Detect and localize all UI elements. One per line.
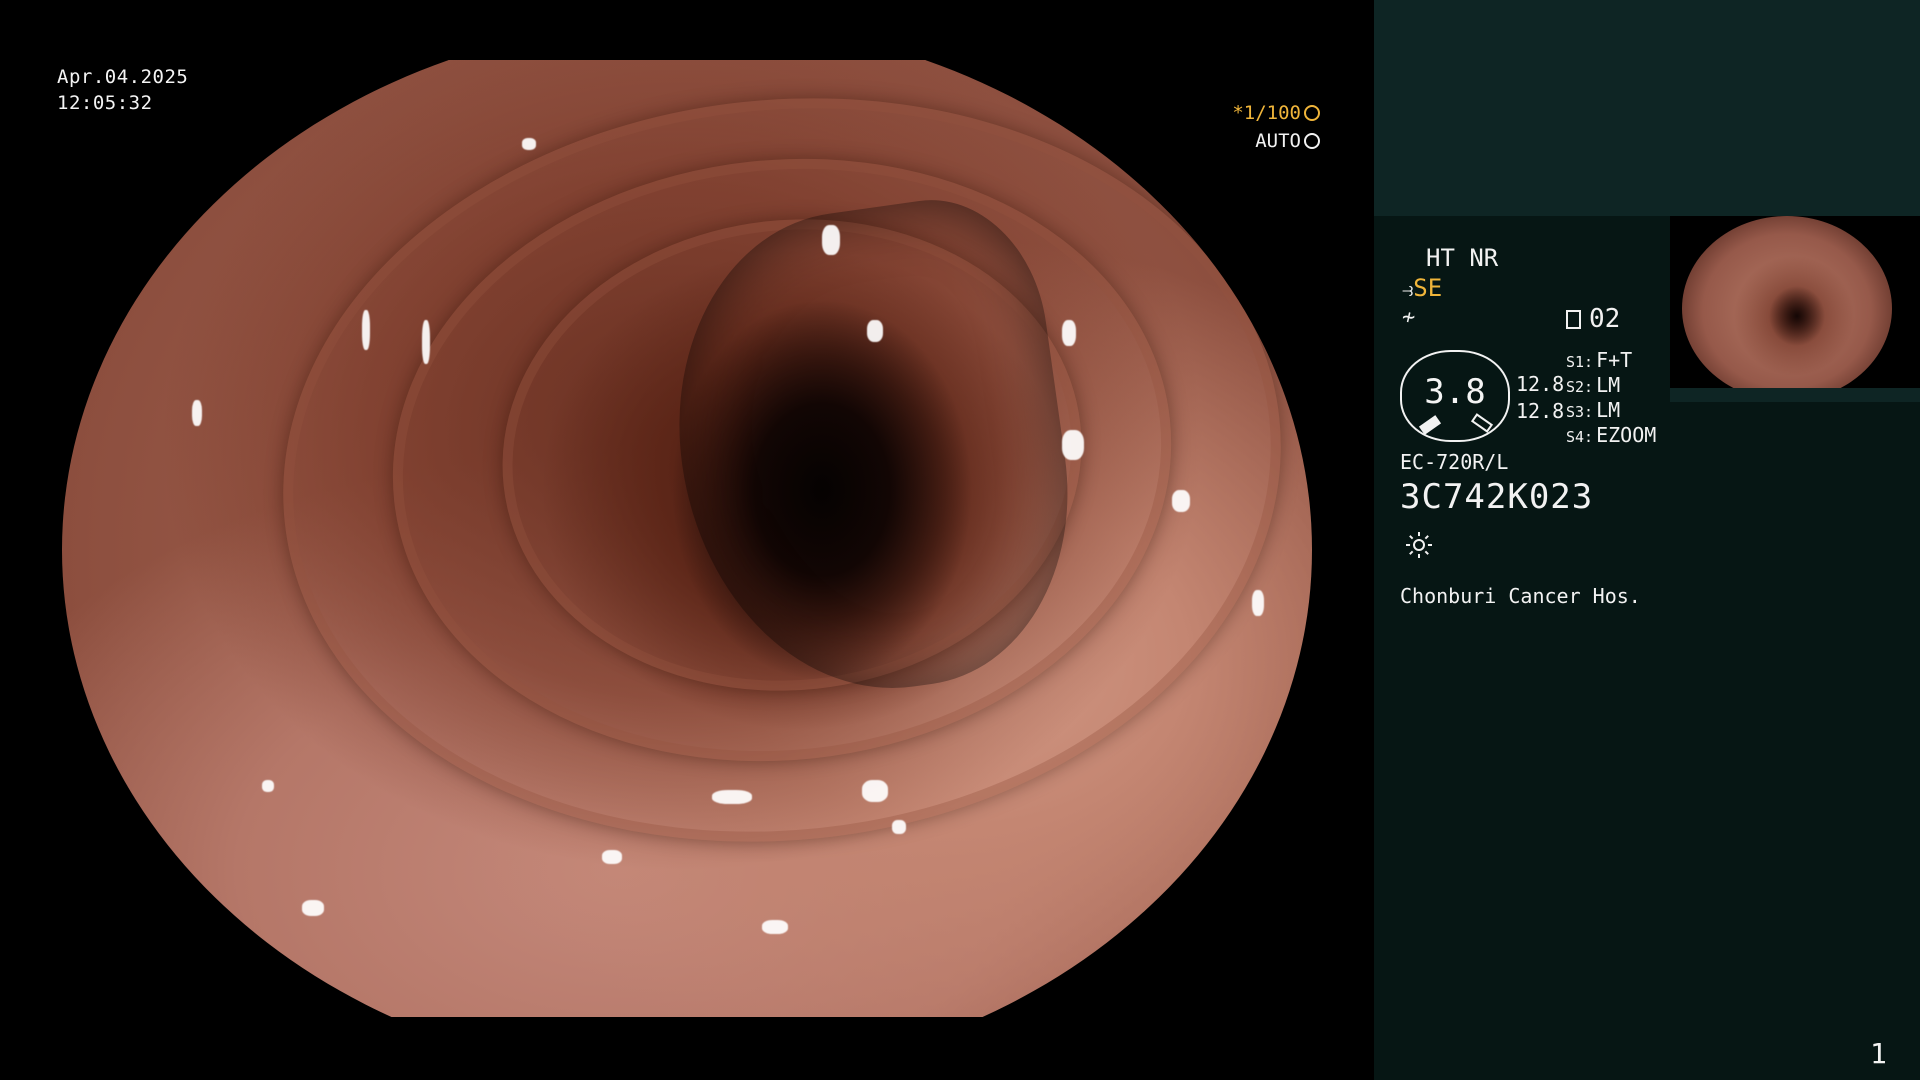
specular-highlight xyxy=(762,920,788,934)
gauge-mark-outline xyxy=(1470,413,1494,433)
specular-highlight xyxy=(262,780,274,792)
specular-highlight xyxy=(1062,320,1076,346)
specular-highlight xyxy=(1252,590,1264,616)
specular-highlight xyxy=(302,900,324,916)
switch-slot-2: S2: LM xyxy=(1566,373,1620,400)
endoscopic-image xyxy=(62,60,1312,1017)
shutter-readout: *1/100 AUTO xyxy=(1232,99,1320,155)
scope-serial: 3C742K023 xyxy=(1400,477,1594,517)
page-number: 1 xyxy=(1870,1037,1887,1070)
shutter-icon xyxy=(1304,105,1320,121)
slot-value: EZOOM xyxy=(1596,423,1657,447)
specular-highlight xyxy=(192,400,202,426)
gauge-mark-filled xyxy=(1418,415,1442,435)
specular-highlight xyxy=(862,780,888,802)
info-panel: HT NR ⥽SE ≁ 02 3.8 12.8 12.8 S1: F+T S2: L… xyxy=(1374,0,1920,1080)
gauge: 3.8 xyxy=(1400,350,1510,442)
specular-highlight xyxy=(822,225,840,255)
se-mode-icon: ⥽ xyxy=(1402,277,1414,301)
slot-value: LM xyxy=(1596,398,1621,422)
shutter-speed-text: *1/100 xyxy=(1232,102,1301,124)
auto-exposure-icon xyxy=(1304,133,1320,149)
scope-model: EC-720R/L xyxy=(1400,450,1509,474)
slot-key: S4: xyxy=(1566,428,1594,446)
thumbnail-image xyxy=(1682,216,1892,401)
time-text: 12:05:32 xyxy=(57,92,153,114)
measurement-1: 12.8 xyxy=(1516,372,1565,396)
document-icon xyxy=(1566,310,1581,329)
enhance-icon: ≁ xyxy=(1402,305,1416,330)
slot-key: S1: xyxy=(1566,353,1594,371)
specular-highlight xyxy=(1172,490,1190,512)
switch-slot-1: S1: F+T xyxy=(1566,348,1632,375)
date-text: Apr.04.2025 xyxy=(57,66,189,88)
slot-value: F+T xyxy=(1596,348,1633,372)
thumbnail-bar xyxy=(1670,388,1920,402)
channel-readout: 02 xyxy=(1566,305,1620,333)
lamp-icon xyxy=(1406,532,1432,558)
specular-highlight xyxy=(1062,430,1084,460)
mode-text: HT NR xyxy=(1426,244,1499,272)
slot-key: S3: xyxy=(1566,403,1594,421)
se-text: SE xyxy=(1413,274,1443,302)
hospital-name: Chonburi Cancer Hos. xyxy=(1400,584,1641,608)
specular-highlight xyxy=(522,138,536,150)
switch-slot-3: S3: LM xyxy=(1566,398,1620,425)
specular-highlight xyxy=(602,850,622,864)
exposure-mode-text: AUTO xyxy=(1255,130,1301,152)
specular-highlight xyxy=(712,790,752,804)
slot-value: LM xyxy=(1596,373,1621,397)
channel-text: 02 xyxy=(1589,304,1621,334)
specular-highlight xyxy=(422,320,430,364)
date-time-readout: Apr.04.2025 12:05:32 xyxy=(57,64,188,116)
thumbnail-preview[interactable] xyxy=(1670,216,1920,402)
specular-highlight xyxy=(867,320,883,342)
endoscope-view: Apr.04.2025 12:05:32 *1/100 AUTO xyxy=(0,0,1374,1080)
measurement-2: 12.8 xyxy=(1516,399,1565,423)
specular-highlight xyxy=(362,310,370,350)
specular-highlight xyxy=(892,820,906,834)
slot-key: S2: xyxy=(1566,378,1594,396)
switch-slot-4: S4: EZOOM xyxy=(1566,423,1656,450)
panel-header-area xyxy=(1374,0,1920,216)
gauge-value: 3.8 xyxy=(1424,372,1486,412)
